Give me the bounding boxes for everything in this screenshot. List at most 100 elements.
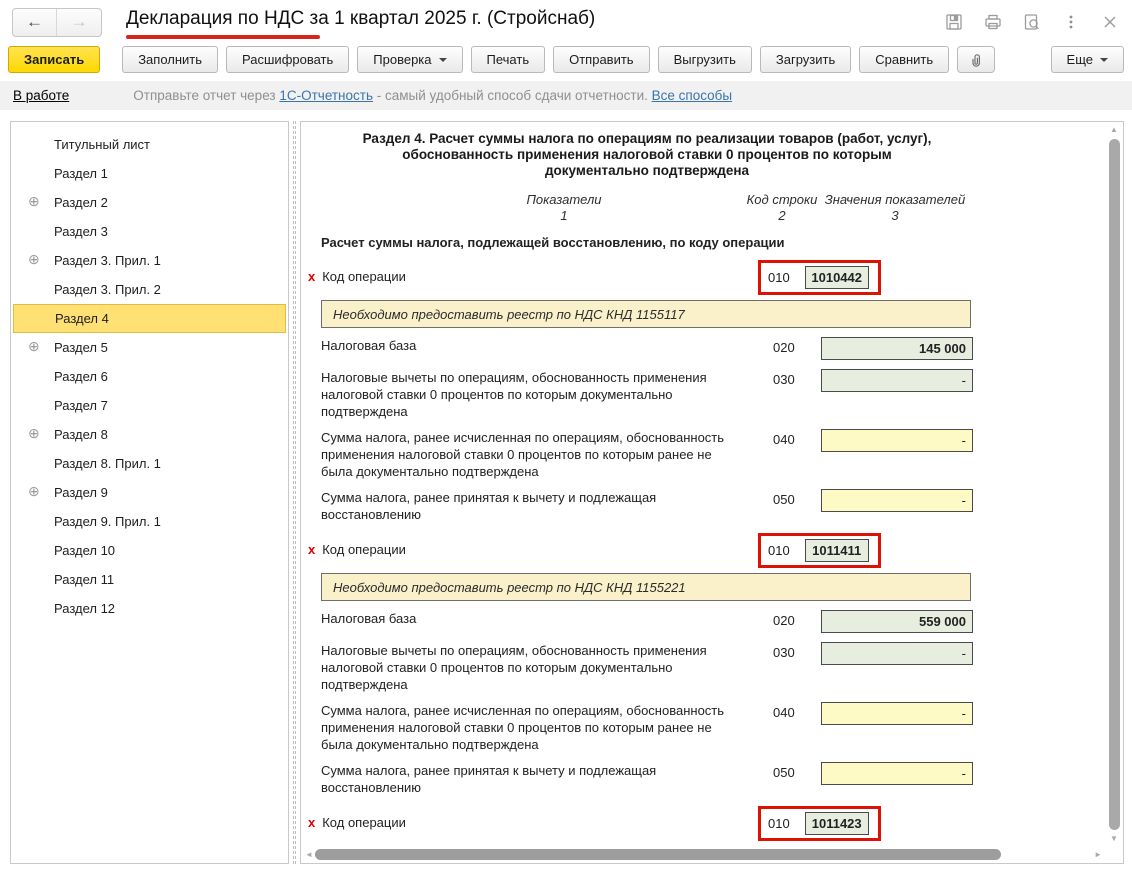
error-marker-icon: x (308, 542, 316, 557)
status-message: Отправьте отчет через 1С-Отчетность - са… (133, 88, 732, 103)
vertical-scroll-thumb[interactable] (1109, 139, 1120, 830)
workspace: Титульный лист Раздел 1 ⊕ Раздел 2 Раздел… (0, 113, 1132, 873)
line-code: 010 (768, 543, 790, 558)
row-label: Налоговые вычеты по операциям, обоснован… (321, 643, 707, 692)
form-panel: Раздел 4. Расчет суммы налога по операци… (300, 121, 1124, 864)
line-code: 020 (773, 340, 795, 355)
operation-code-field[interactable]: 1011411 (804, 539, 869, 562)
row-label: Код операции (322, 542, 406, 557)
chevron-down-icon (1100, 58, 1108, 62)
save-button[interactable]: Записать (8, 46, 101, 73)
more-button-label: Еще (1066, 52, 1093, 67)
attachments-button[interactable] (957, 46, 996, 73)
panel-splitter[interactable] (293, 121, 296, 864)
check-button[interactable]: Проверка (357, 46, 463, 73)
import-button[interactable]: Загрузить (759, 46, 852, 73)
all-methods-link[interactable]: Все способы (652, 88, 732, 103)
sidebar-item-section-3-app-1[interactable]: ⊕ Раздел 3. Прил. 1 (13, 246, 286, 275)
sidebar-item-section-1[interactable]: Раздел 1 (13, 159, 286, 188)
sidebar-item-section-9[interactable]: ⊕ Раздел 9 (13, 478, 286, 507)
sidebar-item-label: Раздел 10 (54, 543, 116, 558)
value-field[interactable]: - (821, 642, 973, 665)
sidebar-item-section-10[interactable]: Раздел 10 (13, 536, 286, 565)
form-row: Сумма налога, ранее принятая к вычету и … (321, 489, 973, 523)
status-badge[interactable]: В работе (13, 88, 69, 103)
sidebar-item-section-11[interactable]: Раздел 11 (13, 565, 286, 594)
form-row: Сумма налога, ранее исчисленная по опера… (321, 702, 973, 753)
scroll-up-arrow[interactable]: ▲ (1109, 125, 1119, 134)
sidebar-item-label: Раздел 2 (54, 195, 108, 210)
expand-icon[interactable]: ⊕ (28, 484, 40, 498)
form-row: Сумма налога, ранее принятая к вычету и … (321, 762, 973, 796)
sidebar-item-label: Раздел 9. Прил. 1 (54, 514, 161, 529)
fill-button[interactable]: Заполнить (122, 46, 219, 73)
sidebar-item-label: Раздел 1 (54, 166, 108, 181)
expand-icon[interactable]: ⊕ (28, 339, 40, 353)
back-button[interactable]: ← (13, 8, 57, 36)
sidebar-item-section-3-app-2[interactable]: Раздел 3. Прил. 2 (13, 275, 286, 304)
horizontal-scrollbar[interactable]: ◄ ► (301, 846, 1106, 863)
decrypt-button[interactable]: Расшифровать (226, 46, 350, 73)
close-icon[interactable] (1100, 12, 1120, 32)
value-field[interactable]: 559 000 (821, 610, 973, 633)
export-button[interactable]: Выгрузить (657, 46, 752, 73)
section-4-form: Раздел 4. Расчет суммы налога по операци… (301, 122, 1106, 846)
value-field[interactable]: - (821, 369, 973, 392)
compare-button[interactable]: Сравнить (859, 46, 950, 73)
row-label: Код операции (322, 269, 406, 284)
sidebar-item-title-page[interactable]: Титульный лист (13, 130, 286, 159)
expand-icon[interactable]: ⊕ (28, 426, 40, 440)
sidebar-item-label: Раздел 7 (54, 398, 108, 413)
scroll-right-arrow[interactable]: ► (1094, 850, 1102, 859)
sidebar-item-section-2[interactable]: ⊕ Раздел 2 (13, 188, 286, 217)
scroll-left-arrow[interactable]: ◄ (305, 850, 313, 859)
send-button[interactable]: Отправить (553, 46, 650, 73)
expand-icon[interactable]: ⊕ (28, 252, 40, 266)
line-code: 050 (773, 765, 795, 780)
1c-reporting-link[interactable]: 1С-Отчетность (279, 88, 373, 103)
kebab-menu-icon[interactable] (1061, 12, 1081, 32)
print-button[interactable]: Печать (470, 46, 546, 73)
status-message-middle: - самый удобный способ сдачи отчетности. (373, 88, 652, 103)
print-icon[interactable] (983, 12, 1003, 32)
sidebar-item-label: Раздел 8. Прил. 1 (54, 456, 161, 471)
sidebar-item-label: Раздел 3. Прил. 2 (54, 282, 161, 297)
horizontal-scroll-thumb[interactable] (315, 849, 1001, 860)
section-title: Раздел 4. Расчет суммы налога по операци… (321, 131, 973, 179)
forward-button[interactable]: → (57, 9, 101, 36)
sidebar-item-label: Раздел 6 (54, 369, 108, 384)
form-row: Налоговая база 020 145 000 (321, 337, 973, 360)
value-field[interactable]: - (821, 762, 973, 785)
sidebar-item-section-9-app-1[interactable]: Раздел 9. Прил. 1 (13, 507, 286, 536)
line-code: 040 (773, 432, 795, 447)
operation-code-field[interactable]: 1011423 (804, 812, 869, 835)
error-highlight-box: 010 1011411 (758, 533, 881, 568)
more-button[interactable]: Еще (1050, 46, 1124, 73)
scroll-down-arrow[interactable]: ▼ (1109, 834, 1119, 843)
vertical-scrollbar[interactable]: ▲ ▼ (1106, 122, 1123, 846)
page-title: Декларация по НДС за 1 квартал 2025 г. (… (126, 8, 596, 29)
save-icon[interactable] (944, 12, 964, 32)
sidebar-item-section-8[interactable]: ⊕ Раздел 8 (13, 420, 286, 449)
preview-icon[interactable] (1022, 12, 1042, 32)
section-title-line: обоснованность применения налоговой став… (402, 147, 892, 162)
sidebar-item-section-5[interactable]: ⊕ Раздел 5 (13, 333, 286, 362)
form-row: Налоговая база 020 559 000 (321, 610, 973, 633)
sidebar-item-section-8-app-1[interactable]: Раздел 8. Прил. 1 (13, 449, 286, 478)
value-field[interactable]: - (821, 489, 973, 512)
expand-icon[interactable]: ⊕ (28, 194, 40, 208)
value-field[interactable]: 145 000 (821, 337, 973, 360)
operation-code-field[interactable]: 1010442 (804, 266, 869, 289)
nav-history-group: ← → (12, 7, 102, 37)
sidebar-item-label: Раздел 11 (54, 572, 115, 587)
sidebar-item-section-6[interactable]: Раздел 6 (13, 362, 286, 391)
sidebar-item-section-3[interactable]: Раздел 3 (13, 217, 286, 246)
sidebar-item-label: Раздел 9 (54, 485, 108, 500)
sidebar-item-section-12[interactable]: Раздел 12 (13, 594, 286, 623)
value-field[interactable]: - (821, 702, 973, 725)
sidebar-item-section-7[interactable]: Раздел 7 (13, 391, 286, 420)
value-field[interactable]: - (821, 429, 973, 452)
row-label: Сумма налога, ранее принятая к вычету и … (321, 763, 657, 795)
status-message-prefix: Отправьте отчет через (133, 88, 280, 103)
sidebar-item-section-4[interactable]: Раздел 4 (13, 304, 286, 333)
